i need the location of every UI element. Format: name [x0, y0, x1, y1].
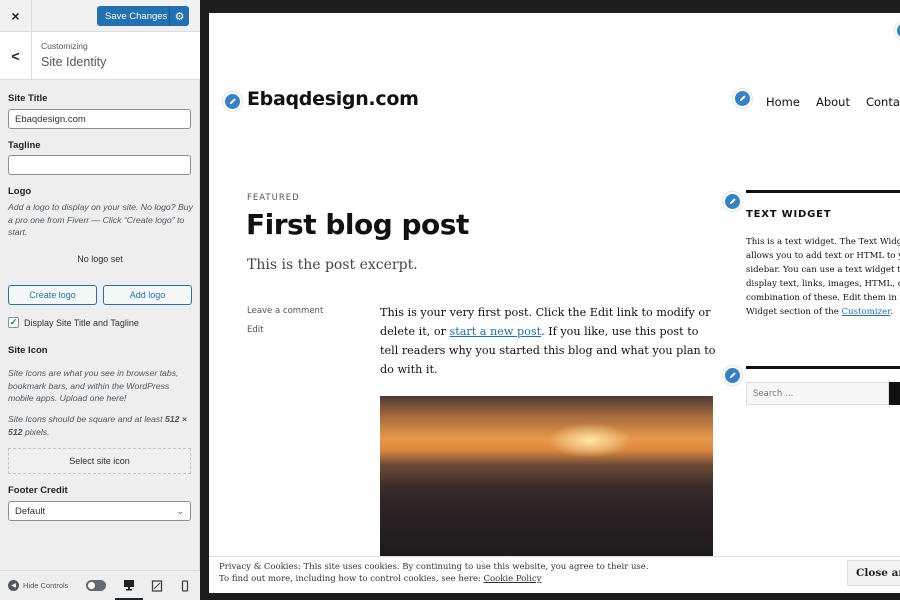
post-featured-image [380, 396, 713, 561]
footer-credit-label: Footer Credit [8, 485, 68, 496]
add-logo-button[interactable]: Add logo [103, 285, 192, 305]
edit-shortcut-header[interactable] [895, 21, 900, 40]
nav-item-home[interactable]: Home [766, 95, 800, 109]
widget-line: sidebar. You can use a text widget to [746, 265, 900, 275]
widget-divider [746, 190, 900, 193]
text-widget-title: TEXT WIDGET [746, 209, 832, 220]
back-button[interactable]: < [0, 32, 32, 80]
customizer-header: × Save Changes ⚙ [0, 0, 200, 32]
pencil-icon [229, 98, 236, 105]
cookie-line-2-text: To find out more, including how to contr… [219, 574, 484, 584]
section-header: < Customizing Site Identity [0, 32, 200, 80]
edit-post-link[interactable]: Edit [247, 325, 263, 335]
widget-line: allows you to add text or HTML to yo [746, 251, 900, 261]
display-title-tagline-checkbox[interactable]: ✓ [8, 317, 19, 328]
footer-credit-value: Default [15, 505, 46, 517]
widget-line-period: . [890, 307, 894, 317]
nav-item-contact[interactable]: Conta [866, 95, 900, 109]
widget-line: This is a text widget. The Text Widge [746, 237, 900, 247]
select-site-icon-button[interactable]: Select site icon [8, 448, 191, 474]
display-title-tagline-label: Display Site Title and Tagline [24, 317, 139, 328]
post-category: FEATURED [247, 193, 300, 203]
hide-controls-button[interactable]: ◀ Hide Controls [8, 580, 68, 591]
edit-shortcut-search-widget[interactable] [723, 366, 742, 385]
edit-shortcut-menu[interactable] [733, 89, 752, 108]
desktop-icon [124, 579, 134, 590]
save-changes-button[interactable]: Save Changes ⚙ [97, 6, 189, 26]
footer-credit-select[interactable]: Default ⌄ [8, 501, 191, 521]
size-note-suffix: pixels. [22, 426, 50, 437]
section-title: Site Identity [41, 55, 107, 69]
toggle-knob [88, 582, 95, 589]
close-icon: × [11, 8, 20, 24]
pencil-icon [739, 95, 746, 102]
nav-item-about[interactable]: About [816, 95, 850, 109]
widget-divider [746, 366, 900, 369]
mobile-preview-button[interactable] [171, 571, 199, 600]
pencil-icon [729, 372, 736, 379]
cookie-close-button[interactable]: Close and [847, 560, 900, 586]
edit-shortcut-site-title[interactable] [223, 92, 242, 111]
widget-line: display text, links, images, HTML, o [746, 279, 900, 289]
widget-line: combination of these. Edit them in t [746, 293, 900, 303]
text-widget-body: This is a text widget. The Text Widge al… [746, 235, 900, 319]
post-title[interactable]: First blog post [246, 208, 469, 241]
checkmark-icon: ✓ [9, 317, 18, 327]
display-title-tagline-row[interactable]: ✓ Display Site Title and Tagline [8, 317, 139, 328]
edit-shortcut-text-widget[interactable] [723, 192, 742, 211]
customizer-footer: ◀ Hide Controls [0, 570, 200, 600]
widget-line-text: Widget section of the [746, 307, 842, 317]
site-icon-size-note: Site Icons should be square and at least… [8, 413, 194, 438]
tagline-label: Tagline [8, 140, 41, 151]
tablet-icon [151, 580, 163, 592]
site-icon-description: Site Icons are what you see in browser t… [8, 368, 179, 403]
start-new-post-link[interactable]: start a new post [449, 325, 541, 338]
tablet-preview-button[interactable] [143, 571, 171, 600]
cookie-notice-text: Privacy & Cookies: This site uses cookie… [219, 561, 649, 585]
search-button[interactable] [889, 382, 900, 405]
hide-controls-label: Hide Controls [23, 581, 69, 590]
logo-label: Logo [8, 186, 32, 197]
site-icon-label: Site Icon [8, 345, 48, 356]
tagline-input[interactable] [8, 155, 191, 175]
site-title-input[interactable] [8, 109, 191, 129]
breadcrumb-parent: Customizing [41, 41, 88, 51]
mobile-icon [181, 580, 189, 592]
close-customizer-button[interactable]: × [0, 0, 32, 32]
site-title[interactable]: Ebaqdesign.com [247, 88, 419, 110]
pencil-icon [729, 198, 736, 205]
logo-description: Add a logo to display on your site. No l… [8, 202, 193, 237]
customizer-sidebar: × Save Changes ⚙ < Customizing Site Iden… [0, 0, 200, 600]
customizer-link[interactable]: Customizer [842, 307, 891, 317]
post-excerpt: This is the post excerpt. [247, 257, 418, 273]
widget-line: Widget section of the Customizer. [746, 305, 900, 319]
post-body: This is your very first post. Click the … [380, 303, 720, 379]
cookie-line-2: To find out more, including how to contr… [219, 573, 649, 585]
save-changes-label: Save Changes [105, 10, 168, 22]
preview-toggle[interactable] [86, 580, 106, 591]
cookie-banner: Privacy & Cookies: This site uses cookie… [209, 556, 900, 593]
search-input[interactable] [746, 382, 889, 405]
leave-comment-link[interactable]: Leave a comment [247, 306, 323, 316]
no-logo-status: No logo set [77, 254, 123, 264]
main-nav: Home About Conta [766, 95, 900, 109]
site-preview: Ebaqdesign.com Home About Conta FEATURED… [209, 13, 900, 593]
chevron-down-icon: ⌄ [176, 505, 184, 516]
create-logo-button[interactable]: Create logo [8, 285, 97, 305]
size-note-text: Site Icons should be square and at least [8, 414, 165, 424]
site-title-label: Site Title [8, 93, 48, 104]
gear-icon[interactable]: ⚙ [169, 6, 189, 26]
cookie-line-1: Privacy & Cookies: This site uses cookie… [219, 562, 649, 572]
arrow-left-circle-icon: ◀ [8, 580, 19, 591]
cookie-policy-link[interactable]: Cookie Policy [484, 574, 542, 584]
desktop-preview-button[interactable] [115, 571, 143, 600]
chevron-left-icon: < [11, 48, 20, 64]
